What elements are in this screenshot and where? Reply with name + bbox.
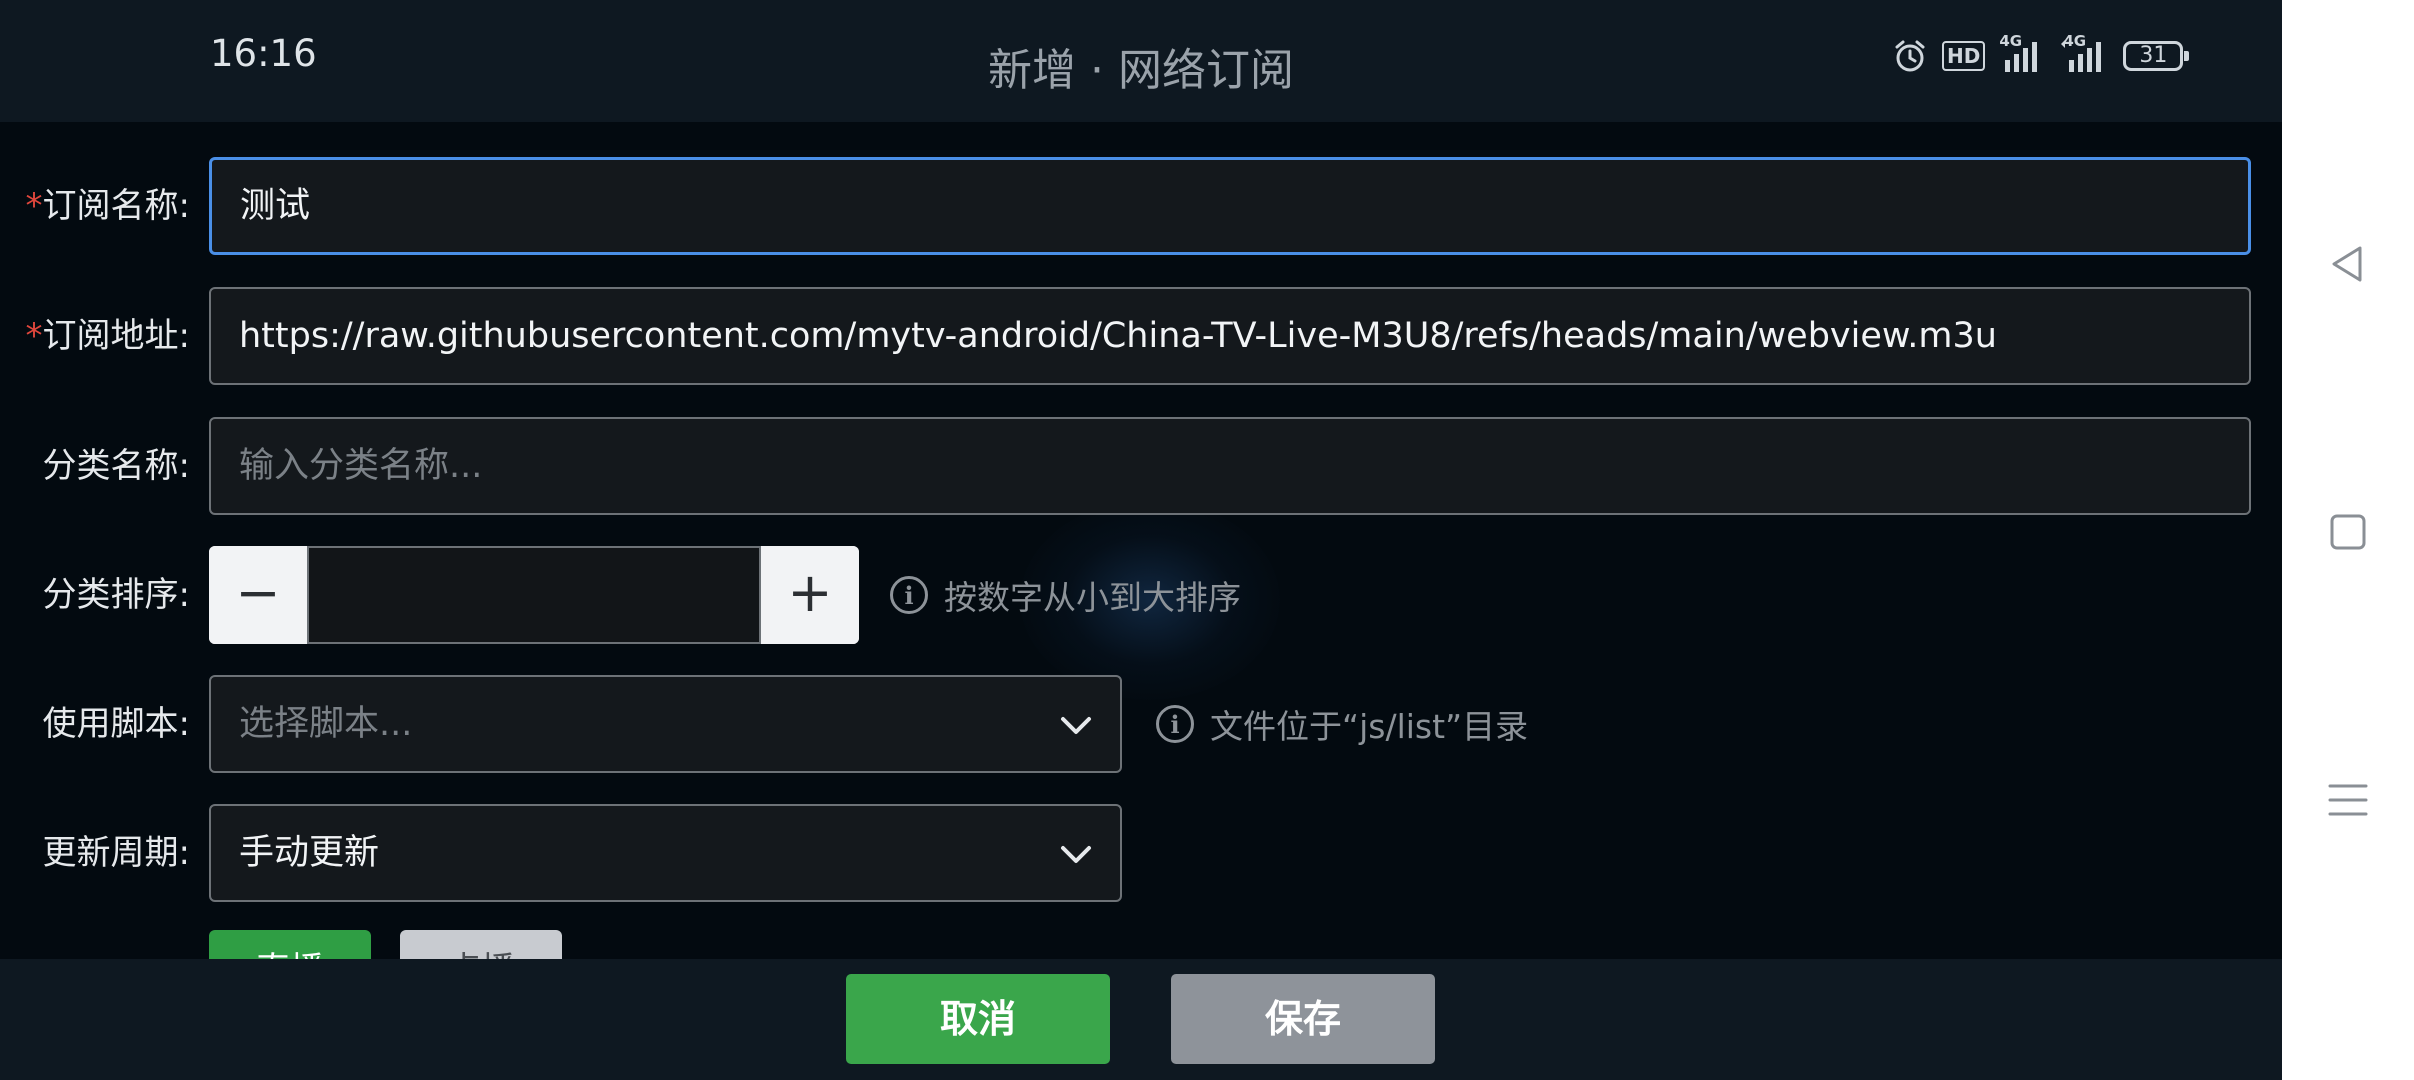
subscription-name-label: *订阅名称: — [0, 156, 190, 256]
status-icons: HD 4G 4G 31 — [1892, 32, 2190, 78]
hd-icon: HD — [1942, 41, 1986, 71]
system-nav-bar — [2282, 0, 2414, 1080]
row-category-name: 分类名称: 输入分类名称... — [0, 416, 2282, 516]
script-label: 使用脚本: — [42, 704, 190, 744]
script-hint-text: 文件位于“js/list”目录 — [1210, 707, 1529, 746]
chevron-down-icon — [1061, 717, 1091, 734]
info-icon: i — [1156, 705, 1194, 743]
required-mark: * — [25, 316, 43, 356]
subscription-url-input[interactable]: https://raw.githubusercontent.com/mytv-a… — [209, 287, 2251, 385]
update-cycle-label: 更新周期: — [42, 833, 190, 873]
subscription-name-input[interactable]: 测试 — [209, 157, 2251, 255]
script-select[interactable]: 选择脚本... — [209, 675, 1122, 773]
signal-4g-icon: 4G — [1999, 32, 2045, 74]
back-icon[interactable] — [2324, 240, 2372, 288]
category-name-label: 分类名称: — [42, 446, 190, 486]
update-cycle-value: 手动更新 — [239, 833, 380, 873]
row-script: 使用脚本: 选择脚本... i 文件位于“js/list”目录 — [0, 674, 2282, 774]
chevron-down-icon — [1061, 846, 1091, 863]
row-category-order: 分类排序: − + i 按数字从小到大排序 — [0, 545, 2282, 645]
menu-icon[interactable] — [2324, 776, 2372, 824]
increment-button[interactable]: + — [761, 546, 859, 644]
subscription-name-label-text: 订阅名称: — [42, 186, 190, 226]
action-bar: 取消 保存 — [0, 959, 2282, 1080]
category-order-label: 分类排序: — [42, 575, 190, 615]
update-cycle-select[interactable]: 手动更新 — [209, 804, 1122, 902]
decrement-button[interactable]: − — [209, 546, 307, 644]
row-subscription-url: *订阅地址: https://raw.githubusercontent.com… — [0, 286, 2282, 386]
subscription-url-label-text: 订阅地址: — [42, 316, 190, 356]
script-select-value: 选择脚本... — [239, 704, 413, 744]
category-order-stepper: − + — [209, 546, 859, 644]
cancel-button[interactable]: 取消 — [846, 974, 1110, 1064]
home-icon[interactable] — [2324, 508, 2372, 556]
signal-4g-icon: 4G — [2059, 32, 2109, 74]
subscription-url-label: *订阅地址: — [0, 286, 190, 386]
row-update-cycle: 更新周期: 手动更新 — [0, 803, 2282, 903]
alarm-icon — [1892, 38, 1928, 74]
category-order-input[interactable] — [307, 546, 761, 644]
category-name-input[interactable]: 输入分类名称... — [209, 417, 2251, 515]
battery-icon: 31 — [2123, 41, 2190, 71]
required-mark: * — [25, 186, 43, 226]
info-icon: i — [890, 576, 928, 614]
category-order-hint: i 按数字从小到大排序 — [890, 545, 1241, 645]
top-bar: 16:16 新增 · 网络订阅 HD 4G 4G 31 — [0, 0, 2282, 122]
script-hint: i 文件位于“js/list”目录 — [1156, 674, 1528, 774]
app-window: 16:16 新增 · 网络订阅 HD 4G 4G 31 *订阅名称: 测试 *订… — [0, 0, 2282, 1080]
category-order-hint-text: 按数字从小到大排序 — [944, 578, 1241, 617]
row-subscription-name: *订阅名称: 测试 — [0, 156, 2282, 256]
save-button[interactable]: 保存 — [1171, 974, 1435, 1064]
